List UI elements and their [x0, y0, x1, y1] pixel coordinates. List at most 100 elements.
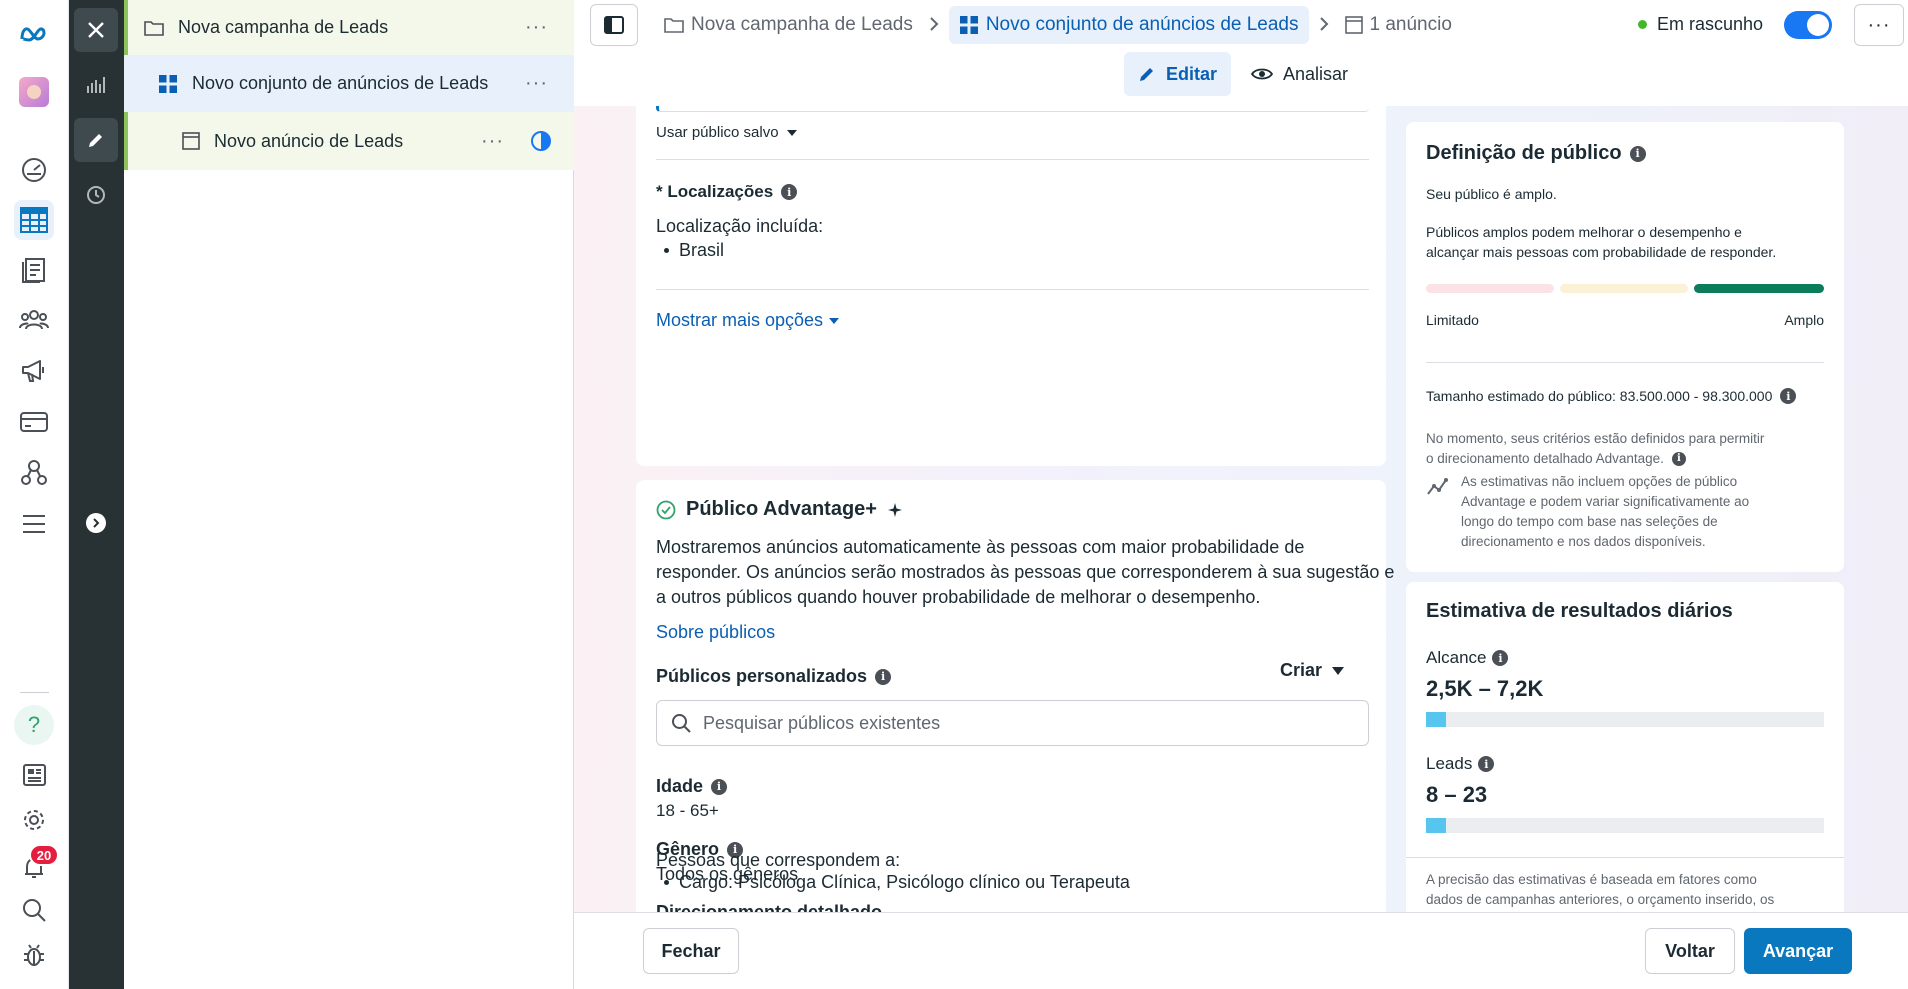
criteria-line-2-row: o direcionamento detalhado Advantage. i	[1426, 451, 1686, 466]
location-value: Brasil	[679, 240, 725, 260]
bullet	[664, 248, 669, 253]
meta-logo-icon[interactable]	[14, 14, 54, 54]
leads-label: Leads	[1426, 754, 1473, 773]
edit-mode-button[interactable]: Editar	[1124, 52, 1232, 96]
ads-manager-table-icon[interactable]	[14, 200, 54, 240]
breadcrumb-ads[interactable]: 1 anúncio	[1339, 6, 1458, 44]
use-saved-audience-label: Usar público salvo	[656, 124, 779, 141]
performance-chart-icon[interactable]	[74, 63, 118, 107]
events-manager-icon[interactable]	[14, 452, 54, 492]
audience-definition-heading: Definição de público i	[1426, 142, 1646, 165]
close-editor-icon[interactable]	[74, 8, 118, 52]
meter-high-label: Amplo	[1784, 312, 1824, 328]
expand-panel-chevron-icon[interactable]	[74, 501, 118, 545]
megaphone-icon[interactable]	[14, 350, 54, 390]
more-options-button[interactable]: ···	[1854, 4, 1904, 46]
divider	[656, 289, 1369, 290]
info-icon[interactable]: i	[875, 668, 892, 685]
location-included-label: Localização incluída:	[656, 216, 824, 236]
info-icon[interactable]: i	[711, 778, 728, 795]
caret-down-icon	[786, 129, 797, 136]
advantage-desc-line-1: Mostraremos anúncios automaticamente às …	[656, 537, 1305, 557]
help-icon[interactable]: ?	[14, 705, 54, 745]
audiences-people-icon[interactable]	[14, 300, 54, 340]
account-avatar[interactable]	[14, 72, 54, 112]
ad-status-half-circle-icon	[530, 130, 552, 152]
show-more-options-link[interactable]: Mostrar mais opções	[656, 310, 840, 331]
tree-ad-label: Novo anúncio de Leads	[214, 130, 404, 151]
reach-value: 2,5K – 7,2K	[1426, 676, 1544, 701]
report-bug-icon[interactable]	[14, 935, 54, 975]
review-mode-label: Analisar	[1283, 63, 1349, 84]
show-more-options-label: Mostrar mais opções	[656, 310, 824, 330]
editor-tool-rail	[69, 0, 124, 989]
toggle-sidebar-button[interactable]	[590, 4, 638, 46]
caret-down-icon	[1332, 666, 1345, 675]
dashboard-gauge-icon[interactable]	[14, 150, 54, 190]
billing-card-icon[interactable]	[14, 402, 54, 442]
location-item: Brasil	[664, 240, 724, 261]
campaign-on-off-toggle[interactable]	[1784, 11, 1832, 39]
pages-catalog-icon[interactable]	[14, 250, 54, 290]
page-scrollbar[interactable]	[1902, 106, 1908, 912]
next-button[interactable]: Avançar	[1744, 928, 1852, 974]
tree-item-ad[interactable]: Novo anúncio de Leads ···	[124, 112, 574, 170]
audience-definition-title: Definição de público	[1426, 142, 1622, 164]
results-footnote-line-1: A precisão das estimativas é baseada em …	[1426, 872, 1757, 887]
pencil-icon	[1140, 68, 1153, 81]
adset-more-options-icon[interactable]: ···	[525, 72, 548, 95]
search-audiences-input[interactable]	[703, 712, 1323, 734]
audience-meter-middle	[1560, 284, 1688, 293]
audience-summary: Seu público é amplo.	[1426, 186, 1557, 202]
ad-more-options-icon[interactable]: ···	[481, 130, 504, 153]
breadcrumb-adset-label: Novo conjunto de anúncios de Leads	[985, 14, 1299, 35]
use-saved-audience-dropdown[interactable]: Usar público salvo	[656, 124, 797, 141]
divider	[656, 159, 1369, 160]
settings-gear-icon[interactable]	[14, 800, 54, 840]
all-tools-menu-icon[interactable]	[14, 504, 54, 544]
history-clock-icon[interactable]	[74, 173, 118, 217]
reach-bar	[1426, 712, 1824, 727]
create-label: Criar	[1280, 660, 1323, 680]
detailed-targeting-title: Direcionamento detalhado	[656, 902, 883, 912]
about-audiences-link[interactable]: Sobre públicos	[656, 622, 775, 643]
campaign-tree-panel: Nova campanha de Leads ··· Novo conjunto…	[124, 0, 574, 989]
estimates-note-line-4: direcionamento e nos dados disponíveis.	[1461, 534, 1706, 549]
search-icon[interactable]	[14, 890, 54, 930]
info-icon[interactable]: i	[1629, 145, 1646, 162]
advantage-title: Público Advantage+	[686, 498, 877, 520]
eye-icon	[1251, 68, 1274, 80]
bullet	[664, 880, 669, 885]
ad-window-icon	[1344, 16, 1363, 34]
age-heading: Idade i	[656, 776, 728, 797]
detailed-targeting-value: Cargo: Psicóloga Clínica, Psicólogo clín…	[679, 872, 1130, 892]
reach-label: Alcance	[1426, 648, 1487, 667]
info-icon[interactable]: i	[1671, 451, 1686, 466]
estimates-note-line-1: As estimativas não incluem opções de púb…	[1461, 474, 1738, 489]
breadcrumb-adset[interactable]: Novo conjunto de anúncios de Leads	[948, 6, 1309, 44]
info-icon[interactable]: i	[1492, 650, 1509, 666]
close-button[interactable]: Fechar	[643, 928, 739, 974]
locations-title: * Localizações	[656, 182, 774, 201]
news-feed-icon[interactable]	[14, 755, 54, 795]
create-audience-dropdown[interactable]: Criar	[1280, 660, 1345, 681]
campaign-more-options-icon[interactable]: ···	[525, 16, 548, 39]
sparkle-icon	[887, 502, 902, 517]
reach-bar-fill	[1426, 712, 1446, 727]
tree-item-campaign[interactable]: Nova campanha de Leads ···	[124, 0, 574, 55]
info-icon[interactable]: i	[781, 184, 798, 200]
back-button[interactable]: Voltar	[1645, 928, 1735, 974]
info-icon[interactable]: i	[1478, 756, 1495, 772]
breadcrumb-campaign[interactable]: Nova campanha de Leads	[658, 6, 919, 44]
adset-grid-icon	[158, 74, 178, 94]
search-audiences-field[interactable]	[656, 700, 1369, 746]
notifications-badge: 20	[29, 844, 59, 866]
results-footnote-line-2: dados de campanhas anteriores, o orçamen…	[1426, 892, 1775, 907]
edit-pencil-icon[interactable]	[74, 118, 118, 162]
daily-results-title: Estimativa de resultados diários	[1426, 600, 1733, 622]
info-icon[interactable]: i	[1780, 388, 1797, 404]
review-mode-button[interactable]: Analisar	[1237, 52, 1362, 96]
divider	[1406, 857, 1844, 858]
caret-down-icon	[829, 317, 840, 324]
tree-item-adset[interactable]: Novo conjunto de anúncios de Leads ···	[124, 55, 574, 112]
